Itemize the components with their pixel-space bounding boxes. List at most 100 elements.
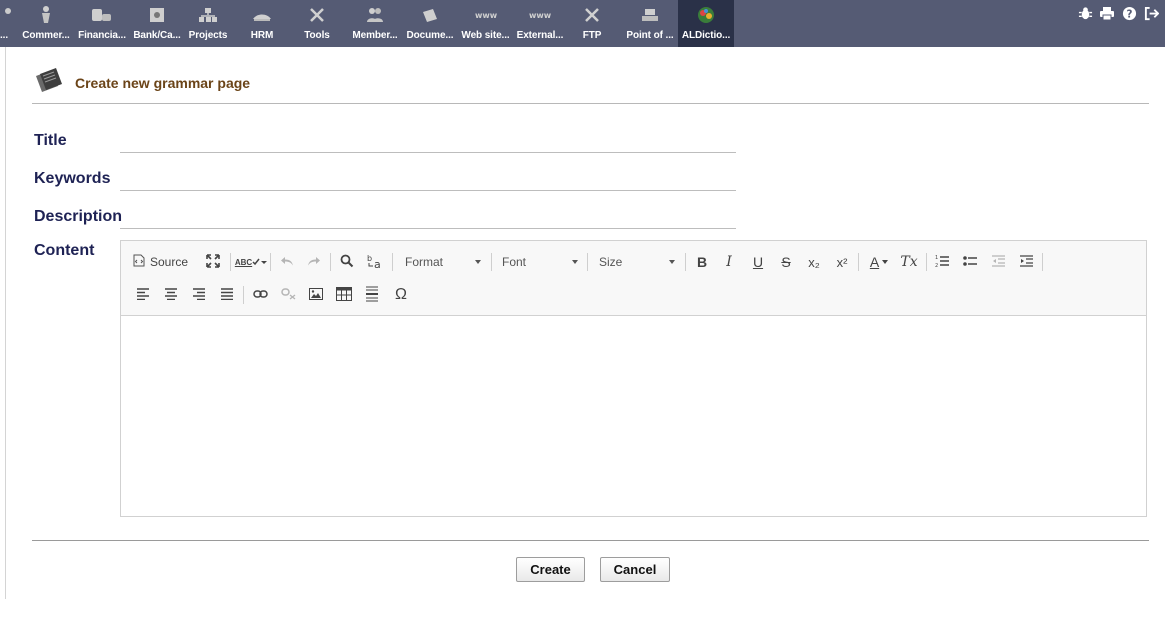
- format-dropdown[interactable]: Format: [401, 251, 483, 273]
- align-center-button[interactable]: [161, 284, 181, 306]
- chevron-down-icon: [572, 260, 578, 264]
- redo-icon: [307, 255, 321, 270]
- logout-icon[interactable]: [1143, 5, 1159, 21]
- toolbar-separator: [1042, 253, 1043, 271]
- replace-button[interactable]: ba: [364, 251, 386, 273]
- font-label: Font: [502, 255, 527, 269]
- italic-button[interactable]: I: [719, 251, 739, 273]
- menu-item-label: Member...: [352, 30, 398, 41]
- svg-text:www: www: [475, 11, 497, 20]
- chevron-down-icon: [475, 260, 481, 264]
- svg-text:?: ?: [1126, 8, 1132, 20]
- editor-content-area[interactable]: [121, 317, 1146, 516]
- find-button[interactable]: [337, 251, 357, 273]
- menu-item-label: Bank/Ca...: [133, 30, 181, 41]
- print-icon[interactable]: [1099, 5, 1115, 21]
- menu-item-label: Tools: [304, 30, 330, 41]
- commercial-icon: [35, 4, 57, 26]
- undo-button[interactable]: [277, 251, 297, 273]
- source-label: Source: [150, 255, 189, 269]
- menu-item-financial[interactable]: Financia...: [74, 0, 130, 47]
- image-button[interactable]: [306, 284, 326, 306]
- left-border: [5, 47, 6, 599]
- size-dropdown[interactable]: Size: [595, 251, 677, 273]
- size-label: Size: [599, 255, 623, 269]
- toolbar-separator: [243, 286, 244, 304]
- bulleted-list-button[interactable]: [960, 251, 980, 273]
- cancel-button[interactable]: Cancel: [600, 557, 670, 582]
- special-char-button[interactable]: Ω: [390, 284, 412, 306]
- menu-item-members[interactable]: Member...: [350, 0, 400, 47]
- format-label: Format: [405, 255, 444, 269]
- menu-item-projects[interactable]: Projects: [184, 0, 232, 47]
- strikethrough-button[interactable]: S: [776, 251, 796, 273]
- link-button[interactable]: [250, 284, 270, 306]
- keywords-input[interactable]: [120, 169, 736, 191]
- help-icon[interactable]: ?: [1121, 5, 1137, 21]
- maximize-button[interactable]: [203, 251, 223, 273]
- title-input[interactable]: [120, 131, 736, 153]
- toolbar-separator: [491, 253, 492, 271]
- menu-item-website[interactable]: www Web site...: [459, 0, 512, 47]
- menu-item-label: ALDictio...: [681, 30, 731, 41]
- description-input[interactable]: [120, 207, 736, 229]
- menu-item-tools[interactable]: Tools: [294, 0, 340, 47]
- create-button[interactable]: Create: [516, 557, 585, 582]
- top-menu-bar: ... Commer... Financia... Bank/Ca... Pro…: [0, 0, 1165, 47]
- hrm-icon: [251, 4, 273, 26]
- justify-button[interactable]: [217, 284, 237, 306]
- svg-text:www: www: [529, 11, 551, 20]
- menu-item-label: Commer...: [22, 30, 70, 41]
- indent-button[interactable]: [1016, 251, 1036, 273]
- menu-item-label: Financia...: [78, 30, 126, 41]
- menu-item-documents[interactable]: Docume...: [404, 0, 456, 47]
- align-left-button[interactable]: [133, 284, 153, 306]
- link-icon: [252, 288, 268, 302]
- image-icon: [309, 287, 323, 303]
- numbered-list-button[interactable]: 12: [932, 251, 952, 273]
- redo-button[interactable]: [304, 251, 324, 273]
- bug-icon[interactable]: [1077, 5, 1093, 21]
- menu-item-hrm[interactable]: HRM: [240, 0, 284, 47]
- menu-item-commercial[interactable]: Commer...: [18, 0, 74, 47]
- unlink-icon: [280, 287, 296, 303]
- table-button[interactable]: [334, 284, 354, 306]
- menu-item-label: ...: [0, 30, 9, 41]
- documents-icon: [34, 66, 66, 96]
- generic-icon: [0, 4, 19, 26]
- align-left-icon: [136, 287, 150, 303]
- svg-text:1: 1: [935, 255, 938, 261]
- underline-button[interactable]: U: [748, 251, 768, 273]
- unlink-button[interactable]: [278, 284, 298, 306]
- menu-item-label: Point of ...: [626, 30, 674, 41]
- remove-format-button[interactable]: Tx: [898, 251, 920, 273]
- menu-item-point-of-sale[interactable]: Point of ...: [622, 0, 678, 47]
- maximize-icon: [206, 253, 220, 271]
- bold-button[interactable]: B: [692, 251, 712, 273]
- horizontal-rule-button[interactable]: [362, 284, 382, 306]
- documents-icon: [419, 4, 441, 26]
- spellcheck-button[interactable]: ABC: [235, 251, 268, 273]
- menu-item-label: HRM: [250, 30, 274, 41]
- numbered-list-icon: 12: [935, 254, 949, 271]
- menu-item-external[interactable]: www External...: [514, 0, 566, 47]
- superscript-button[interactable]: x²: [831, 251, 853, 273]
- menu-item-label: Docume...: [406, 30, 454, 41]
- subscript-button[interactable]: x₂: [803, 251, 825, 273]
- page-title: Create new grammar page: [75, 75, 251, 91]
- menu-item-ftp[interactable]: FTP: [572, 0, 612, 47]
- menu-item-bank[interactable]: Bank/Ca...: [130, 0, 184, 47]
- rich-text-editor: Source ABC ba Format Font Size B I U S x…: [120, 240, 1147, 517]
- font-dropdown[interactable]: Font: [498, 251, 580, 273]
- external-icon: www: [529, 4, 551, 26]
- top-right-actions: ?: [1077, 5, 1159, 21]
- align-right-button[interactable]: [189, 284, 209, 306]
- menu-item-aldictionary[interactable]: ALDictio...: [678, 0, 734, 47]
- outdent-button[interactable]: [988, 251, 1008, 273]
- source-button[interactable]: Source: [133, 251, 197, 273]
- menu-item-home[interactable]: ...: [0, 0, 16, 47]
- text-color-button[interactable]: A: [865, 251, 893, 273]
- indent-icon: [1019, 254, 1033, 270]
- bank-icon: [146, 4, 168, 26]
- svg-text:a: a: [374, 258, 381, 269]
